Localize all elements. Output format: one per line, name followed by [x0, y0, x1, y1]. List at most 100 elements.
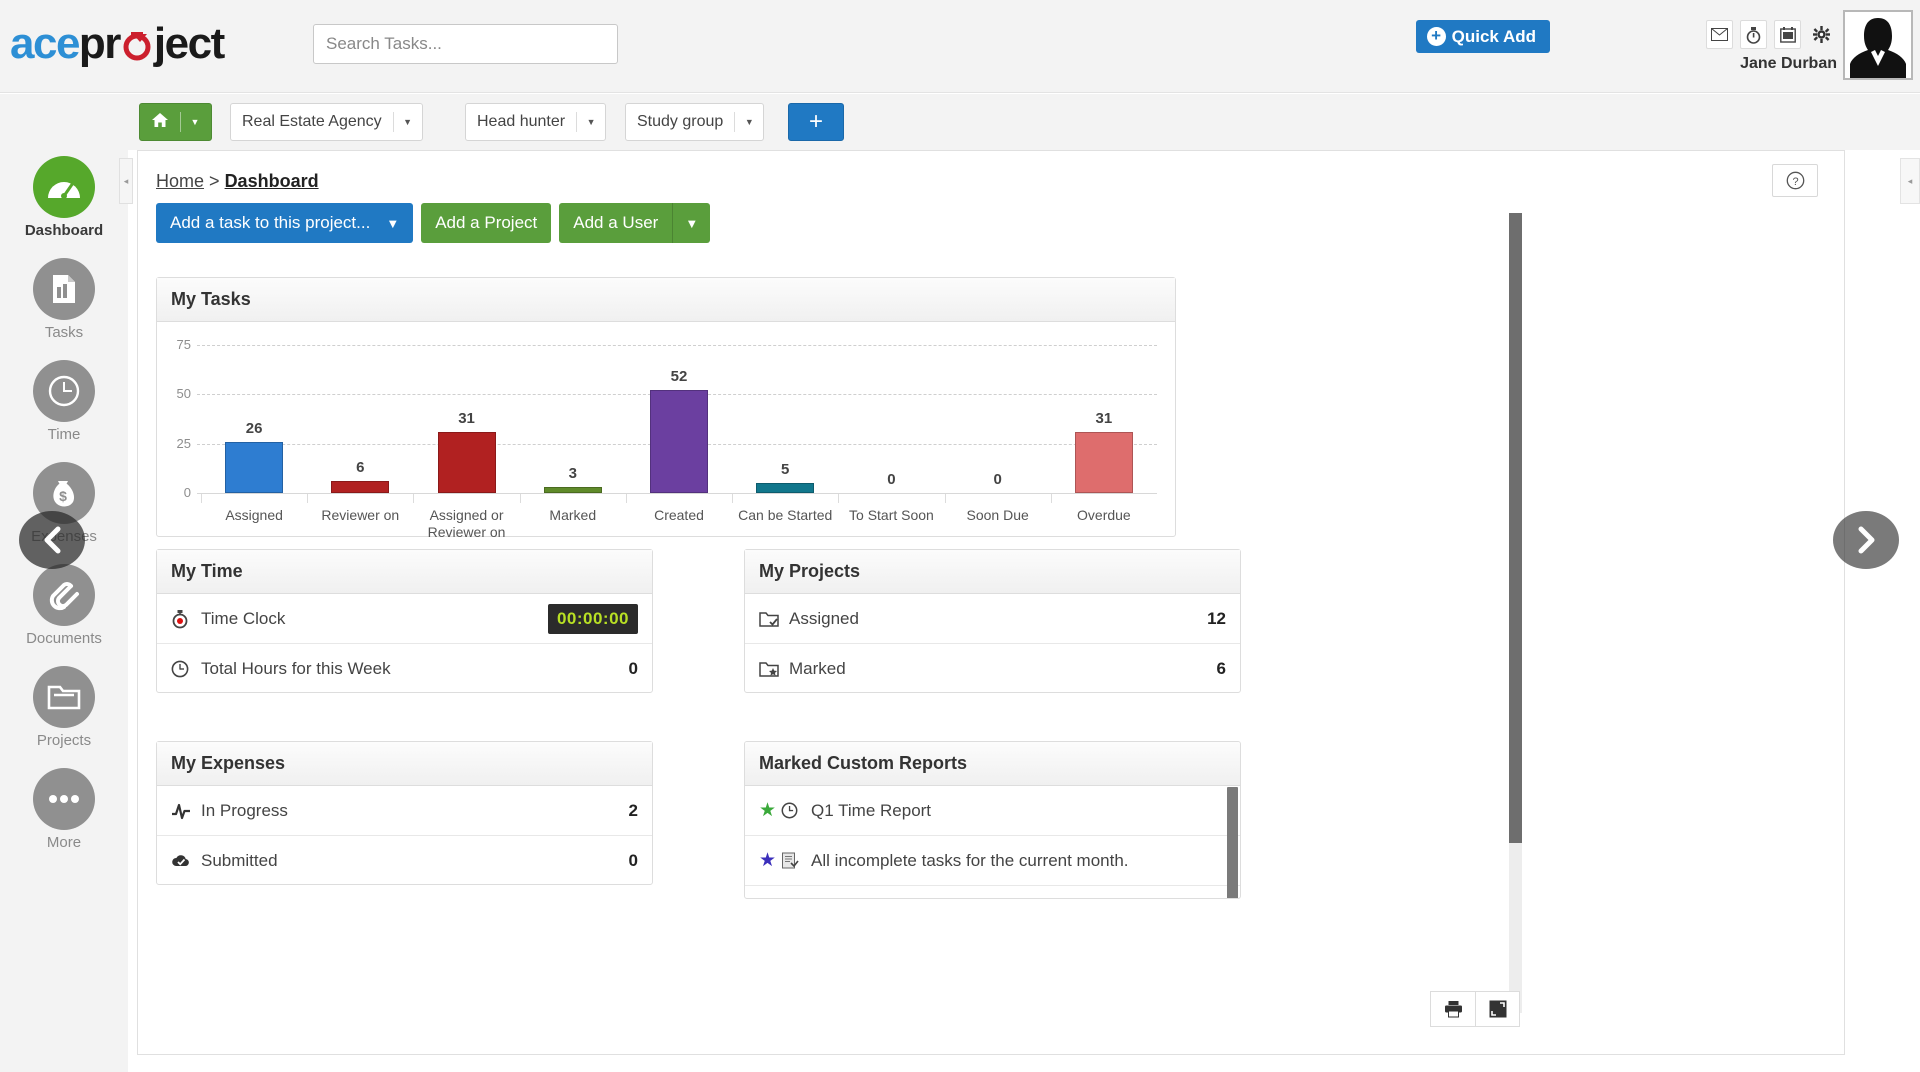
chart-bar[interactable] [543, 487, 602, 493]
chevron-down-icon[interactable]: ▼ [673, 216, 710, 231]
timer-icon[interactable] [1740, 20, 1767, 49]
project-tab-home[interactable]: ▼ [139, 103, 212, 141]
sidebar-item-tasks[interactable]: Tasks [0, 252, 128, 354]
chart-bar[interactable] [756, 483, 815, 493]
my-time-title: My Time [157, 550, 652, 594]
collapse-right-panel-button[interactable]: ◂ [1900, 158, 1920, 204]
carousel-prev-button[interactable] [19, 511, 85, 569]
sidebar-item-more[interactable]: More [0, 762, 128, 864]
list-item-label: Q1 Time Report [811, 800, 932, 820]
carousel-next-button[interactable] [1833, 511, 1899, 569]
mail-icon[interactable] [1706, 20, 1733, 49]
sidebar-item-label: Documents [26, 630, 102, 647]
add-task-label: Add a task to this project... [170, 213, 371, 232]
chart-x-category-label: Reviewer on [321, 507, 400, 523]
add-project-button[interactable]: Add a Project [421, 203, 552, 243]
chart-bar-value-label: 31 [1095, 409, 1113, 427]
star-icon[interactable]: ★ [759, 799, 776, 822]
add-task-button[interactable]: Add a task to this project... ▼ [156, 203, 414, 243]
left-sidebar: Dashboard Tasks Time $ Expenses Document… [0, 150, 128, 1072]
sidebar-item-dashboard[interactable]: Dashboard [0, 150, 128, 252]
search-input[interactable] [313, 24, 618, 64]
app-logo[interactable]: acepr ject [10, 20, 225, 68]
list-item-value: 0 [628, 659, 638, 678]
sidebar-item-label: More [46, 834, 82, 851]
quick-add-label: Quick Add [1451, 26, 1536, 46]
chart-y-tick-label: 75 [176, 337, 191, 352]
collapse-sidebar-button[interactable]: ◂ [119, 158, 133, 204]
clock-icon [781, 802, 811, 819]
list-item-expenses-submitted[interactable]: Submitted 0 [157, 836, 652, 886]
chart-x-category-label: Overdue [1077, 507, 1131, 523]
list-item-projects-marked[interactable]: Marked 6 [745, 644, 1240, 694]
sidebar-item-projects[interactable]: Projects [0, 660, 128, 762]
project-tab-bar: ▼ Real Estate Agency ▼ Head hunter ▼ Stu… [0, 94, 1920, 150]
sidebar-item-time[interactable]: Time [0, 354, 128, 456]
page-scrollbar-thumb[interactable] [1509, 213, 1522, 843]
chart-x-category-label: Marked [549, 507, 597, 523]
list-item-time-clock[interactable]: Time Clock 00:00:00 [157, 594, 652, 644]
chart-bar[interactable] [225, 441, 284, 493]
chart-y-tick-label: 0 [183, 485, 191, 500]
chevron-down-icon[interactable]: ▼ [181, 117, 209, 127]
list-item-report-incomplete-tasks[interactable]: ★ All incomplete tasks for the current m… [745, 836, 1240, 886]
calendar-icon[interactable] [1774, 20, 1801, 49]
quick-add-button[interactable]: + Quick Add [1415, 20, 1550, 53]
list-item-projects-assigned[interactable]: Assigned 12 [745, 594, 1240, 644]
chart-bar-value-label: 0 [993, 471, 1002, 488]
project-tab-head-hunter[interactable]: Head hunter ▼ [465, 103, 607, 141]
chart-x-tick [413, 494, 415, 503]
logo-circle-arrow-icon [120, 28, 154, 62]
add-project-tab-button[interactable]: + [788, 103, 844, 141]
avatar[interactable] [1843, 10, 1913, 80]
chart-x-tick [625, 494, 627, 503]
tasks-icon [33, 258, 95, 320]
chart-x-category-label: To Start Soon [849, 507, 934, 523]
fullscreen-icon[interactable] [1475, 992, 1519, 1026]
help-button[interactable]: ? [1772, 164, 1818, 197]
chevron-down-icon[interactable]: ▼ [384, 216, 413, 231]
reports-scrollbar[interactable] [1227, 787, 1238, 898]
print-icon[interactable] [1431, 992, 1475, 1026]
my-tasks-title: My Tasks [157, 278, 1175, 322]
chart-x-category-label: Assigned or Reviewer on [427, 507, 506, 540]
project-tab-label: Study group [637, 113, 724, 130]
chart-bar-value-label: 26 [245, 419, 263, 437]
clock-icon [171, 660, 201, 678]
chart-bar-value-label: 52 [670, 368, 688, 386]
project-tab-real-estate-agency[interactable]: Real Estate Agency ▼ [230, 103, 423, 141]
chevron-down-icon[interactable]: ▼ [735, 117, 763, 127]
chart-x-tick [944, 494, 946, 503]
marked-custom-reports-title: Marked Custom Reports [745, 742, 1240, 786]
chart-gridline [197, 345, 1157, 346]
add-user-button[interactable]: Add a User ▼ [559, 203, 711, 243]
plus-icon: + [808, 108, 823, 135]
chart-bar[interactable] [437, 431, 496, 493]
svg-text:?: ? [1792, 176, 1798, 188]
chevron-down-icon[interactable]: ▼ [577, 117, 605, 127]
chevron-down-icon[interactable]: ▼ [394, 117, 422, 127]
chart-x-tick [201, 494, 202, 503]
time-clock-value: 00:00:00 [547, 603, 638, 634]
list-item-expenses-in-progress[interactable]: In Progress 2 [157, 786, 652, 836]
add-user-label: Add a User [573, 213, 659, 232]
list-item-label: All incomplete tasks for the current mon… [811, 850, 1129, 870]
list-item-label: Submitted [201, 851, 278, 870]
breadcrumb: Home > Dashboard [156, 171, 319, 192]
sidebar-item-documents[interactable]: Documents [0, 558, 128, 660]
chart-bar[interactable] [650, 390, 708, 493]
folder-check-icon [759, 610, 789, 628]
chart-bar[interactable] [331, 481, 390, 493]
chart-bar-value-label: 6 [356, 459, 365, 477]
breadcrumb-home-link[interactable]: Home [156, 171, 204, 191]
chart-bar[interactable] [1074, 431, 1133, 493]
gear-icon[interactable] [1808, 20, 1835, 49]
list-item-report-q1[interactable]: ★ Q1 Time Report [745, 786, 1240, 836]
time-icon [33, 360, 95, 422]
list-item-value: 6 [1216, 659, 1226, 678]
page-scrollbar-track[interactable] [1509, 213, 1522, 1013]
list-item-total-hours[interactable]: Total Hours for this Week 0 [157, 644, 652, 694]
project-tab-study-group[interactable]: Study group ▼ [625, 103, 765, 141]
chart-x-tick [838, 494, 840, 503]
star-icon[interactable]: ★ [759, 849, 776, 872]
